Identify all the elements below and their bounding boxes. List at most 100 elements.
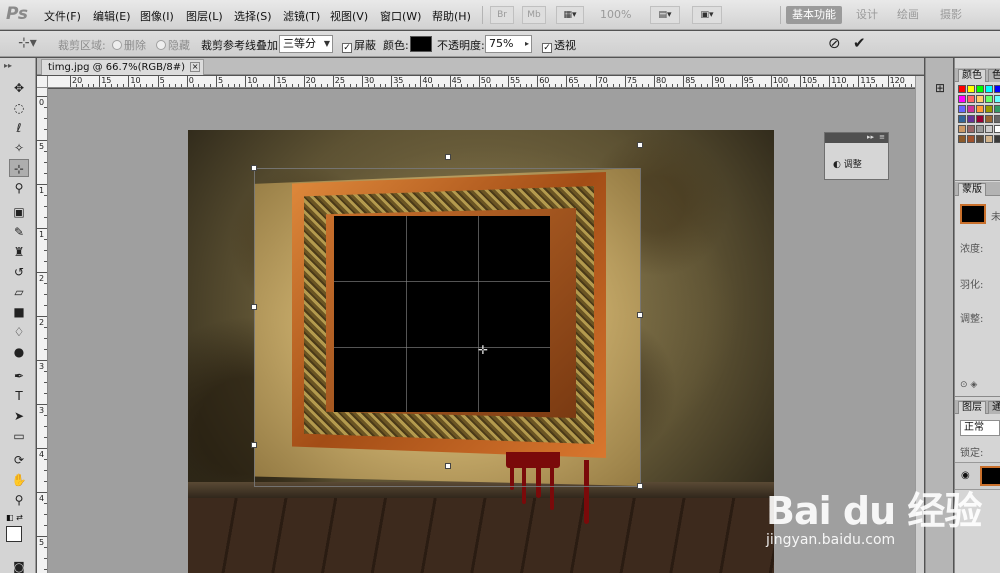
type-tool-icon[interactable]: T <box>9 387 29 405</box>
crop-handle-top[interactable] <box>445 154 451 160</box>
path-selection-tool-icon[interactable]: ➤ <box>9 407 29 425</box>
crop-handle-right[interactable] <box>637 312 643 318</box>
swatches-grid[interactable] <box>958 85 1000 157</box>
color-swatch[interactable] <box>967 125 975 133</box>
healing-brush-tool-icon[interactable]: ▣ <box>9 203 29 221</box>
menu-select[interactable]: 选择(S) <box>234 8 272 24</box>
quick-selection-tool-icon[interactable]: ✧ <box>9 139 29 157</box>
panel-header[interactable]: ▸▸ ≡ <box>825 133 888 143</box>
ruler-origin[interactable] <box>37 76 48 88</box>
eyedropper-tool-icon[interactable]: ⚲ <box>9 179 29 197</box>
pen-tool-icon[interactable]: ✒ <box>9 367 29 385</box>
color-swatch[interactable] <box>994 105 1000 113</box>
color-swatch[interactable] <box>958 95 966 103</box>
menu-filter[interactable]: 滤镜(T) <box>283 8 320 24</box>
adjustments-float-panel[interactable]: ▸▸ ≡ ◐ 调整 <box>824 132 889 180</box>
history-brush-tool-icon[interactable]: ↺ <box>9 263 29 281</box>
screen-mode-icon[interactable]: ▣▾ <box>692 6 722 24</box>
crop-handle-top-left[interactable] <box>251 165 257 171</box>
color-swatch[interactable] <box>994 125 1000 133</box>
workspace-essentials[interactable]: 基本功能 <box>786 6 842 24</box>
color-swatch[interactable] <box>958 115 966 123</box>
document-image[interactable]: ✛ <box>188 130 774 573</box>
history-panel-icon[interactable]: ⊞ <box>930 78 950 98</box>
tab-masks[interactable]: 蒙版 <box>958 183 986 196</box>
collapse-icon[interactable]: ▸▸ <box>867 133 874 141</box>
color-swatch[interactable] <box>976 125 984 133</box>
crop-delete-radio[interactable]: 删除 <box>112 37 146 53</box>
color-swatch[interactable] <box>958 105 966 113</box>
dodge-tool-icon[interactable]: ● <box>9 343 29 361</box>
color-swatch[interactable] <box>976 135 984 143</box>
color-swatch[interactable] <box>985 85 993 93</box>
tab-channels[interactable]: 通 <box>988 401 1000 414</box>
color-swatch[interactable] <box>967 115 975 123</box>
move-tool-icon[interactable]: ✥ <box>9 79 29 97</box>
mask-thumbnail[interactable] <box>960 204 986 224</box>
zoom-tool-icon[interactable]: ⚲ <box>9 491 29 509</box>
color-swatch[interactable] <box>976 85 984 93</box>
color-swatch[interactable] <box>994 135 1000 143</box>
color-swatch[interactable] <box>967 105 975 113</box>
color-swatch[interactable] <box>958 135 966 143</box>
menu-file[interactable]: 文件(F) <box>44 8 81 24</box>
crop-hide-radio[interactable]: 隐藏 <box>156 37 190 53</box>
document-tab[interactable]: timg.jpg @ 66.7%(RGB/8#) × <box>41 59 205 75</box>
color-swatch[interactable] <box>967 85 975 93</box>
color-swatch[interactable] <box>985 125 993 133</box>
default-colors-icon[interactable]: ◧ ⇄ <box>6 513 23 522</box>
workspace-photography[interactable]: 摄影 <box>934 6 968 24</box>
mask-options-icon[interactable]: ⊙ ◈ <box>960 380 977 390</box>
crop-handle-bottom-right[interactable] <box>637 483 643 489</box>
close-icon[interactable]: × <box>190 62 201 72</box>
color-swatch[interactable] <box>967 95 975 103</box>
opacity-input[interactable]: 75% ▸ <box>485 35 532 53</box>
color-swatch[interactable] <box>985 95 993 103</box>
3d-rotate-tool-icon[interactable]: ⟳ <box>9 451 29 469</box>
mini-bridge-icon[interactable]: Mb <box>522 6 546 24</box>
color-swatch[interactable] <box>985 135 993 143</box>
blend-mode-select[interactable]: 正常 <box>960 420 1000 436</box>
menu-image[interactable]: 图像(I) <box>140 8 174 24</box>
horizontal-ruler[interactable]: 20 15 10 5 0 5 10 15 20 25 30 35 40 45 50 55 60 65 70 75 80 8… <box>48 76 915 88</box>
menu-view[interactable]: 视图(V) <box>330 8 368 24</box>
menu-window[interactable]: 窗口(W) <box>380 8 421 24</box>
crop-handle-bottom-left[interactable] <box>251 442 257 448</box>
crop-handle-top-right[interactable] <box>637 142 643 148</box>
panel-collapse-icon[interactable]: ▸▸ <box>4 61 12 70</box>
tab-layers[interactable]: 图层 <box>958 401 986 414</box>
color-swatch[interactable] <box>958 125 966 133</box>
menu-edit[interactable]: 编辑(E) <box>93 8 131 24</box>
color-swatch[interactable] <box>994 85 1000 93</box>
color-swatch[interactable] <box>976 105 984 113</box>
tab-swatches[interactable]: 色 <box>988 69 1000 82</box>
shield-color-swatch[interactable] <box>410 36 432 52</box>
rectangle-tool-icon[interactable]: ▭ <box>9 427 29 445</box>
shield-checkbox[interactable]: ✓ 屏蔽 <box>342 37 376 53</box>
clone-stamp-tool-icon[interactable]: ♜ <box>9 243 29 261</box>
quick-mask-icon[interactable]: ◙ <box>9 558 29 573</box>
menu-layer[interactable]: 图层(L) <box>186 8 223 24</box>
bridge-icon[interactable]: Br <box>490 6 514 24</box>
arrange-documents-icon[interactable]: ▤▾ <box>650 6 680 24</box>
marquee-tool-icon[interactable]: ◌ <box>9 99 29 117</box>
lasso-tool-icon[interactable]: ℓ <box>9 119 29 137</box>
hand-tool-icon[interactable]: ✋ <box>9 471 29 489</box>
crop-handle-bottom[interactable] <box>445 463 451 469</box>
workspace-painting[interactable]: 绘画 <box>891 6 925 24</box>
color-swatch[interactable] <box>958 85 966 93</box>
crop-tool-icon[interactable]: ⊹ <box>9 159 29 177</box>
color-swatch[interactable] <box>985 115 993 123</box>
tab-color[interactable]: 颜色 <box>958 69 986 82</box>
color-swatch[interactable] <box>976 115 984 123</box>
workspace-design[interactable]: 设计 <box>850 6 884 24</box>
blur-tool-icon[interactable]: ♢ <box>9 323 29 341</box>
cancel-icon[interactable]: ⊘ <box>828 34 841 52</box>
overlay-select[interactable]: 三等分 ▼ <box>279 35 333 53</box>
eraser-tool-icon[interactable]: ▱ <box>9 283 29 301</box>
zoom-level[interactable]: 100% <box>600 8 631 21</box>
color-swatch[interactable] <box>967 135 975 143</box>
menu-help[interactable]: 帮助(H) <box>432 8 471 24</box>
color-swatch[interactable] <box>994 115 1000 123</box>
crop-handle-left[interactable] <box>251 304 257 310</box>
